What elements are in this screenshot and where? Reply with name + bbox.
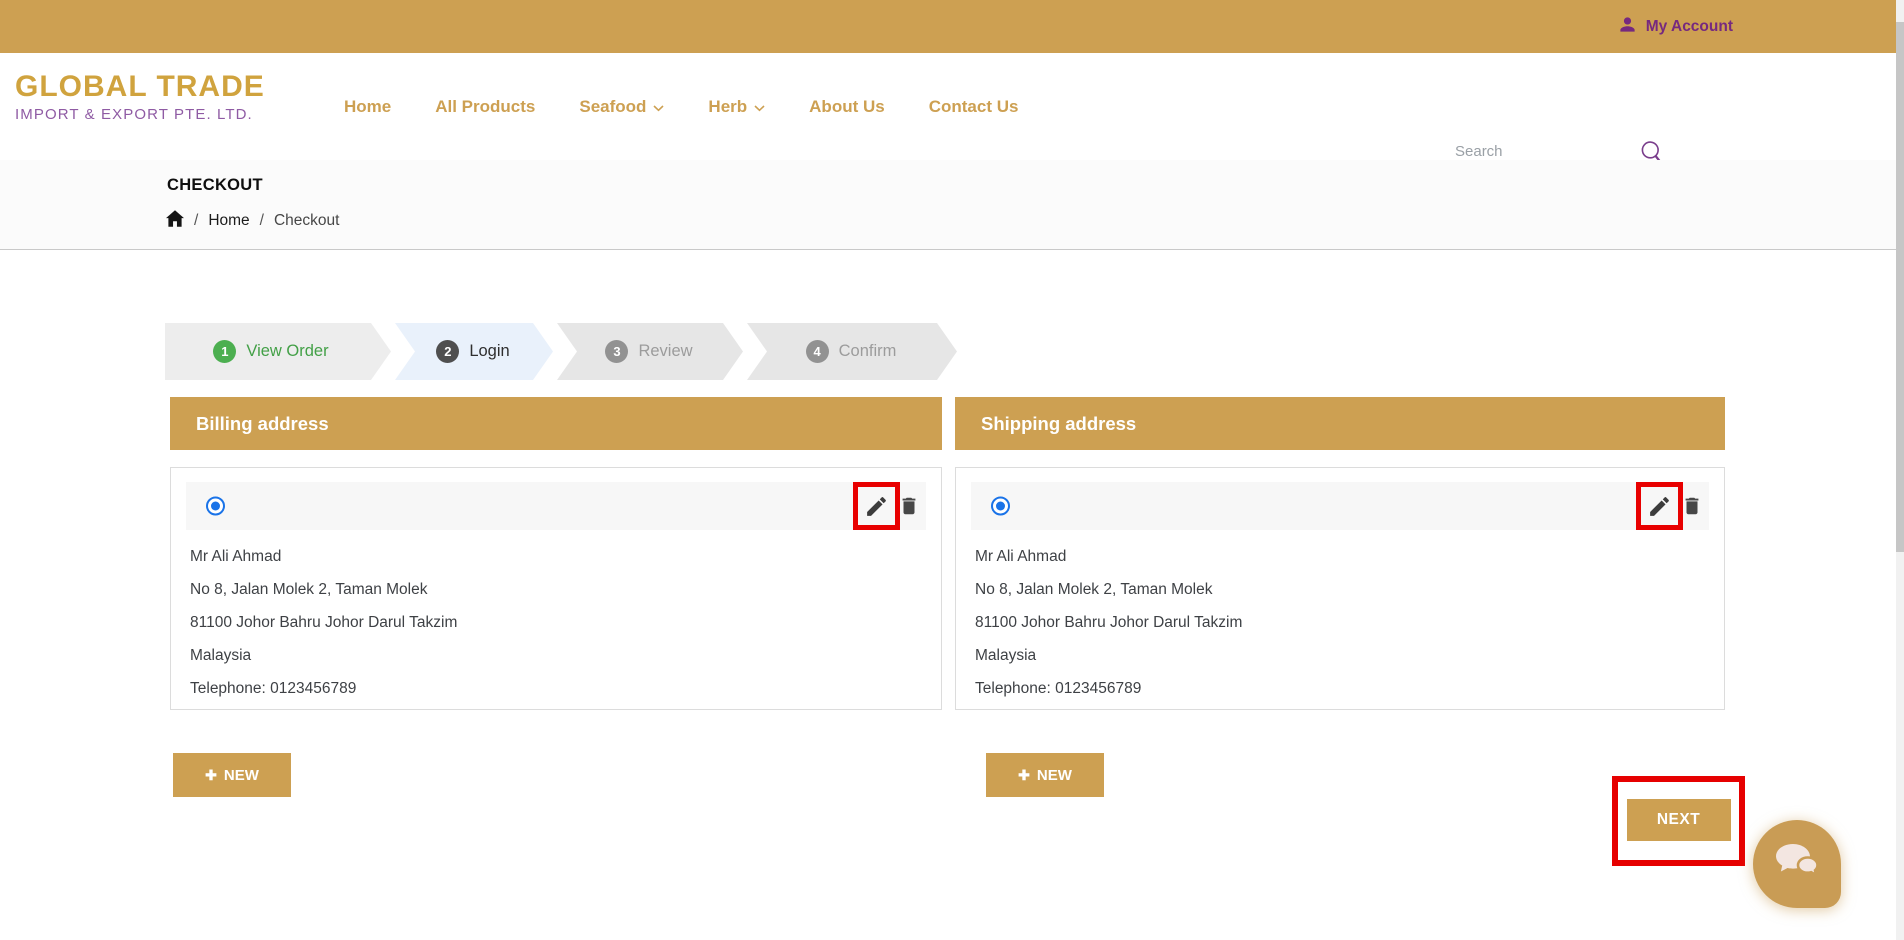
plus-icon: ✚ <box>1018 768 1030 782</box>
nav-item-home[interactable]: Home <box>344 97 391 117</box>
billing-card-toolbar <box>186 482 926 530</box>
breadcrumb-separator: / <box>260 212 264 230</box>
nav-item-contact-us[interactable]: Contact Us <box>929 97 1019 117</box>
billing-address-radio[interactable] <box>206 497 225 516</box>
shipping-address-text: Mr Ali Ahmad No 8, Jalan Molek 2, Taman … <box>975 540 1242 705</box>
step-number-badge: 2 <box>436 340 459 363</box>
shipping-address-radio[interactable] <box>991 497 1010 516</box>
chat-bubbles-icon <box>1772 840 1822 889</box>
chevron-down-icon <box>754 97 765 117</box>
radio-dot <box>211 502 220 511</box>
radio-dot <box>996 502 1005 511</box>
address-line: No 8, Jalan Molek 2, Taman Molek <box>975 573 1242 606</box>
checkout-page: My Account GLOBAL TRADE IMPORT & EXPORT … <box>0 0 1904 940</box>
my-account-link[interactable]: My Account <box>1618 0 1733 53</box>
step-label: Review <box>638 342 692 361</box>
new-button-label: NEW <box>1037 767 1072 784</box>
billing-new-address-button[interactable]: ✚ NEW <box>173 753 291 797</box>
breadcrumb-home-link[interactable]: Home <box>208 212 249 230</box>
annotation-box-shipping-edit <box>1636 482 1683 530</box>
step-confirm[interactable]: 4 Confirm <box>747 323 957 380</box>
breadcrumb-current: Checkout <box>274 212 339 230</box>
shipping-card-toolbar <box>971 482 1709 530</box>
shipping-panel-title: Shipping address <box>981 413 1136 435</box>
next-button[interactable]: NEXT <box>1627 799 1731 841</box>
site-header: GLOBAL TRADE IMPORT & EXPORT PTE. LTD. H… <box>0 53 1896 160</box>
step-number-badge: 3 <box>605 340 628 363</box>
step-number-badge: 1 <box>213 340 236 363</box>
delete-trash-icon[interactable] <box>898 495 920 518</box>
step-label: View Order <box>246 342 328 361</box>
top-bar: My Account <box>0 0 1896 53</box>
delete-trash-icon[interactable] <box>1681 495 1703 518</box>
billing-address-card: Mr Ali Ahmad No 8, Jalan Molek 2, Taman … <box>170 467 942 710</box>
my-account-label: My Account <box>1646 18 1733 36</box>
annotation-box-next: NEXT <box>1612 776 1745 866</box>
shipping-address-panel: Shipping address Mr Ali Ahmad No 8, Jala… <box>955 397 1725 710</box>
address-line: 81100 Johor Bahru Johor Darul Takzim <box>975 606 1242 639</box>
live-chat-button[interactable] <box>1753 820 1841 908</box>
billing-address-text: Mr Ali Ahmad No 8, Jalan Molek 2, Taman … <box>190 540 457 705</box>
shipping-address-card: Mr Ali Ahmad No 8, Jalan Molek 2, Taman … <box>955 467 1725 710</box>
address-line: Malaysia <box>975 639 1242 672</box>
billing-panel-title: Billing address <box>196 413 329 435</box>
breadcrumb-section: CHECKOUT / Home / Checkout <box>0 160 1896 250</box>
step-label: Confirm <box>839 342 897 361</box>
shipping-new-address-button[interactable]: ✚ NEW <box>986 753 1104 797</box>
annotation-box-billing-edit <box>853 482 900 530</box>
address-line: No 8, Jalan Molek 2, Taman Molek <box>190 573 457 606</box>
nav-item-all-products[interactable]: All Products <box>435 97 535 117</box>
step-number-badge: 4 <box>806 340 829 363</box>
address-line: 81100 Johor Bahru Johor Darul Takzim <box>190 606 457 639</box>
nav-item-seafood[interactable]: Seafood <box>579 97 664 117</box>
address-line: Malaysia <box>190 639 457 672</box>
page-title: CHECKOUT <box>167 176 263 195</box>
address-line: Telephone: 0123456789 <box>190 672 457 705</box>
logo-subtitle: IMPORT & EXPORT PTE. LTD. <box>15 106 265 123</box>
billing-address-panel: Billing address Mr Ali Ahmad No 8, Jalan… <box>170 397 942 710</box>
breadcrumb: / Home / Checkout <box>166 210 339 232</box>
address-line: Telephone: 0123456789 <box>975 672 1242 705</box>
shipping-panel-header: Shipping address <box>955 397 1725 450</box>
home-icon[interactable] <box>166 210 184 232</box>
breadcrumb-separator: / <box>194 212 198 230</box>
nav-item-about-us[interactable]: About Us <box>809 97 885 117</box>
logo-title: GLOBAL TRADE <box>15 69 265 105</box>
step-label: Login <box>469 342 509 361</box>
plus-icon: ✚ <box>205 768 217 782</box>
scrollbar-track[interactable] <box>1896 0 1904 940</box>
step-view-order[interactable]: 1 View Order <box>165 323 391 380</box>
chevron-down-icon <box>653 97 664 117</box>
step-review[interactable]: 3 Review <box>557 323 743 380</box>
address-line: Mr Ali Ahmad <box>975 540 1242 573</box>
billing-panel-header: Billing address <box>170 397 942 450</box>
site-logo[interactable]: GLOBAL TRADE IMPORT & EXPORT PTE. LTD. <box>15 69 265 123</box>
step-login[interactable]: 2 Login <box>395 323 553 380</box>
person-icon <box>1618 15 1637 39</box>
edit-pencil-icon[interactable] <box>864 494 889 519</box>
checkout-steps: 1 View Order 2 Login 3 Review 4 Confirm <box>165 323 957 380</box>
address-line: Mr Ali Ahmad <box>190 540 457 573</box>
main-nav: Home All Products Seafood Herb About Us … <box>344 53 1018 160</box>
edit-pencil-icon[interactable] <box>1647 494 1672 519</box>
nav-item-herb[interactable]: Herb <box>708 97 765 117</box>
scrollbar-thumb[interactable] <box>1896 22 1904 552</box>
new-button-label: NEW <box>224 767 259 784</box>
